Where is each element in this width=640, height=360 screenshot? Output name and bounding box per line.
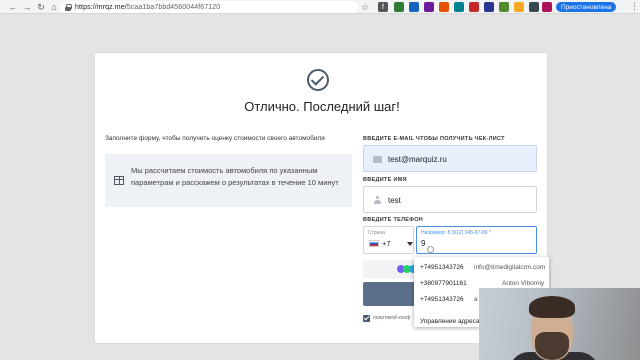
- autofill-number: +74951343726: [420, 296, 464, 303]
- chevron-down-icon: [407, 242, 413, 246]
- presenter-beard: [535, 332, 569, 360]
- autofill-detail: Anton Viborniy: [502, 280, 545, 287]
- russia-flag-icon: [369, 240, 379, 247]
- email-label: ВВЕДИТЕ E-MAIL ЧТОБЫ ПОЛУЧИТЬ ЧЕК-ЛИСТ: [363, 136, 505, 142]
- mouse-cursor-icon: [427, 246, 434, 253]
- forward-icon[interactable]: →: [20, 0, 34, 14]
- form-description: Заполните форму, чтобы получить оценку с…: [105, 135, 325, 142]
- extension-icon[interactable]: [394, 2, 404, 12]
- extension-icon[interactable]: f: [378, 2, 388, 12]
- info-box: Мы рассчитаем стоимость автомобиля по ук…: [105, 154, 352, 207]
- consent-checkbox[interactable]: [363, 315, 370, 322]
- phone-value: 9: [421, 239, 426, 248]
- autofill-number: +380977901161: [420, 280, 467, 287]
- phone-hint: Например: 8 (912) 345-67-89 *: [421, 230, 491, 236]
- name-label: ВВЕДИТЕ ИМЯ: [363, 177, 407, 183]
- profile-paused-button[interactable]: Приостановлена: [556, 2, 617, 12]
- country-code: +7: [382, 239, 391, 248]
- menu-icon[interactable]: ⋮: [630, 1, 639, 12]
- extension-icon[interactable]: [529, 2, 539, 12]
- extension-icon[interactable]: [484, 2, 494, 12]
- check-circle-icon: [307, 69, 329, 91]
- phone-label: ВВЕДИТЕ ТЕЛЕФОН: [363, 217, 424, 223]
- webcam-overlay: [479, 288, 640, 360]
- consent-text: политикой конф: [373, 315, 411, 321]
- autofill-detail: а: [474, 296, 478, 303]
- extension-icon[interactable]: [499, 2, 509, 12]
- home-icon[interactable]: ⌂: [47, 0, 61, 14]
- messenger-options[interactable]: [363, 260, 419, 278]
- lock-icon: [65, 3, 72, 11]
- address-bar[interactable]: https://mrqz.me/5caa1ba7bbd4560044f67120: [60, 1, 358, 13]
- autofill-detail: info@timedigitalcrm.com: [474, 264, 546, 271]
- autofill-number: +74951343726: [420, 264, 464, 271]
- page-title: Отлично. Последний шаг!: [244, 99, 400, 114]
- star-icon[interactable]: ☆: [360, 2, 370, 12]
- back-icon[interactable]: ←: [6, 0, 20, 14]
- extension-icon[interactable]: [514, 2, 524, 12]
- submit-button[interactable]: [363, 282, 418, 306]
- mail-icon: [373, 156, 382, 163]
- email-field[interactable]: test@marquiz.ru: [363, 145, 537, 172]
- extension-icon[interactable]: [542, 2, 552, 12]
- person-icon: [374, 196, 381, 204]
- autofill-item[interactable]: +74951343726 info@timedigitalcrm.com: [414, 259, 549, 275]
- name-value: test: [388, 196, 401, 205]
- gift-icon: [114, 176, 124, 185]
- reload-icon[interactable]: ↻: [34, 0, 48, 14]
- manage-addresses-link[interactable]: Управление адресами: [420, 318, 488, 325]
- email-value: test@marquiz.ru: [388, 155, 447, 164]
- extension-icon[interactable]: [409, 2, 419, 12]
- extension-icon[interactable]: [454, 2, 464, 12]
- country-label: Страна: [368, 230, 386, 236]
- browser-toolbar: ← → ↻ ⌂ https://mrqz.me/5caa1ba7bbd45600…: [0, 0, 640, 14]
- presenter-hair: [529, 296, 575, 318]
- extension-icon[interactable]: [439, 2, 449, 12]
- info-text: Мы рассчитаем стоимость автомобиля по ук…: [131, 166, 339, 187]
- name-field[interactable]: test: [363, 186, 537, 213]
- url-text: https://mrqz.me/5caa1ba7bbd4560044f67120: [75, 3, 221, 11]
- phone-input[interactable]: Например: 8 (912) 345-67-89 * 9: [416, 226, 537, 254]
- extension-icon[interactable]: [424, 2, 434, 12]
- extension-icon[interactable]: [469, 2, 479, 12]
- country-select[interactable]: Страна +7: [363, 226, 414, 254]
